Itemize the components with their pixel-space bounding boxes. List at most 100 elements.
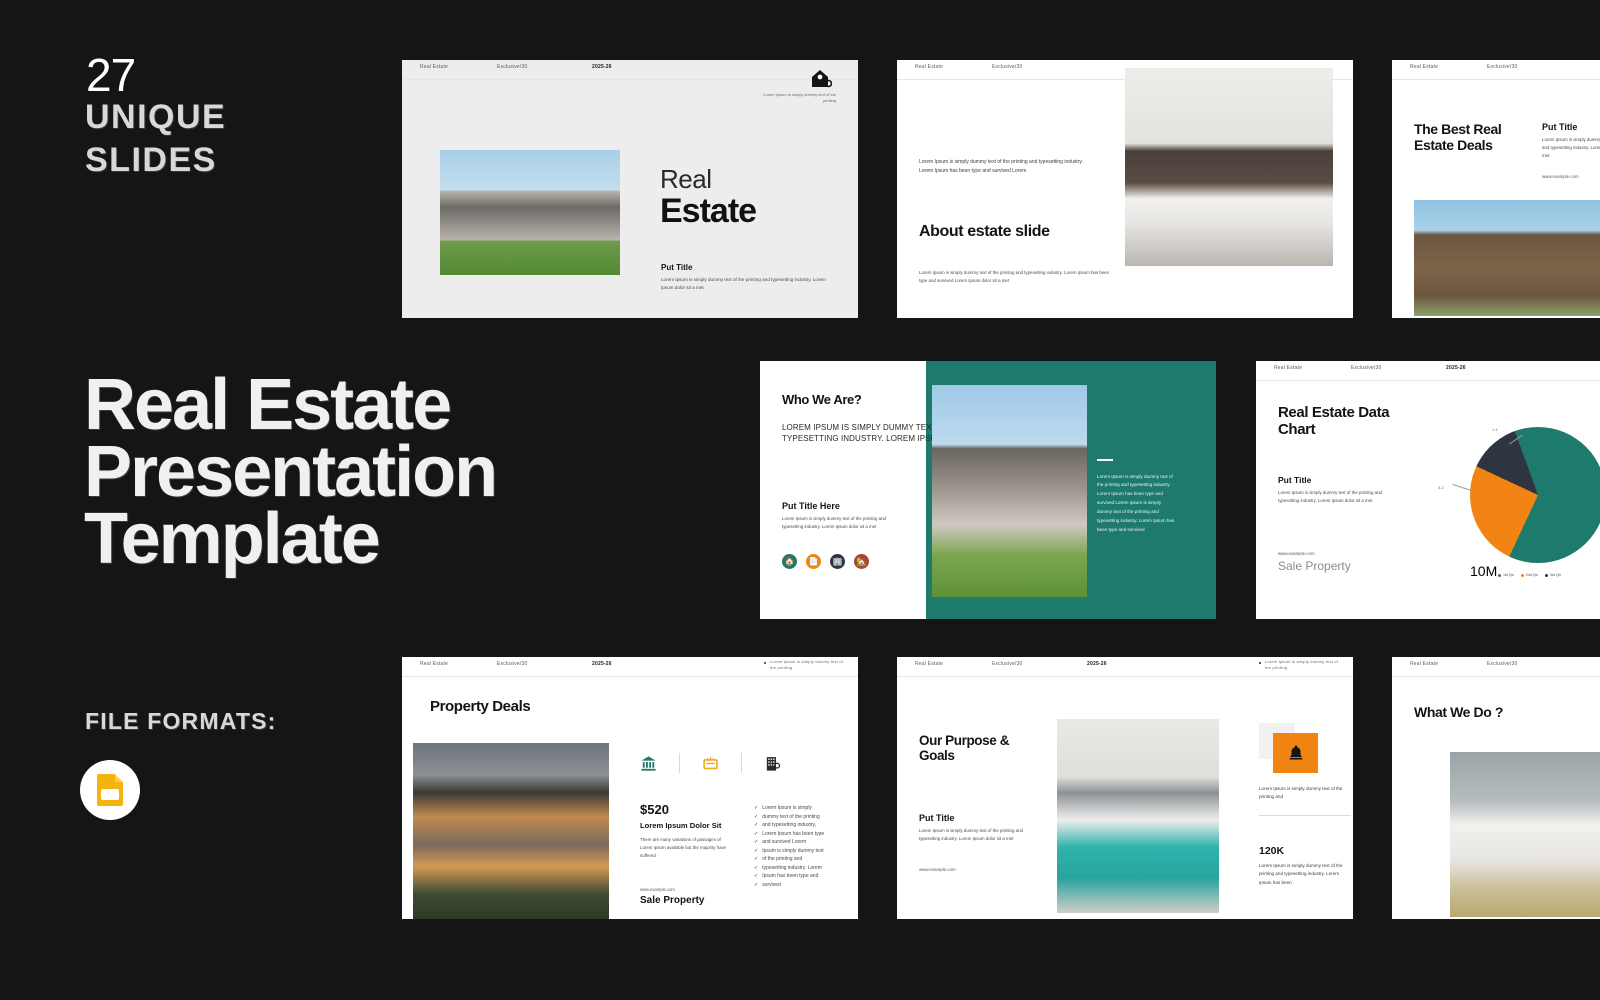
donut-label-orange: 3.2 [1438,485,1444,490]
header-brand: Real Estate [420,661,449,667]
icon-divider [741,753,742,773]
cover-title-bold: Estate [660,192,757,230]
who-title: Who We Are? [782,392,862,407]
unique-line-1: UNIQUE [85,98,227,136]
header-note: Lorem Ipsum is simply dummy text of the … [770,659,844,670]
checklist-item: ✓ typesetting industry. Lorem [754,864,822,871]
slide-header: Real Estate Exclusive/30 [1392,657,1600,677]
bank-icon[interactable] [640,755,657,772]
header-exclusive: Exclusive/30 [497,661,528,667]
slide-purpose-goals[interactable]: Real Estate Exclusive/30 2025-26 Lorem I… [897,657,1353,919]
house-icon[interactable]: 🏡 [854,554,869,569]
google-slides-icon [97,774,123,806]
header-year: 2025-26 [1446,365,1466,371]
house-logo-icon [812,70,832,88]
about-title: About estate slide [919,223,1050,240]
slide-what-we-do[interactable]: Real Estate Exclusive/30 What We Do ? [1392,657,1600,919]
document-icon[interactable]: 📄 [806,554,821,569]
purpose-title: Our Purpose & Goals [919,733,1010,764]
building-search-icon[interactable] [764,755,781,772]
slide-who-we-are[interactable]: Who We Are? LOREM IPSUM IS SIMPLY DUMMY … [760,361,1216,619]
chart-body: Lorem Ipsum is simply dummy text of the … [1278,490,1382,504]
best-deals-photo [1414,200,1600,316]
property-link[interactable]: www.example.com [640,887,675,892]
bell-icon [1289,745,1302,760]
header-exclusive: Exclusive/30 [1487,661,1518,667]
who-photo [932,385,1087,597]
header-bullet-icon [1259,662,1261,664]
legend-swatch-2 [1520,573,1524,577]
google-slides-badge[interactable] [80,760,140,820]
home-icon[interactable]: 🏠 [782,554,797,569]
header-note: Lorem Ipsum is simply dummy text of the … [1265,659,1339,670]
purpose-stat-body: Lorem Ipsum is simply dummy text of the … [1259,863,1343,885]
checklist-item: ✓ Lorem Ipsum has been type [754,830,825,837]
cover-body: Lorem Ipsum is simply dummy text of the … [661,277,826,290]
purpose-right-body: Lorem Ipsum is simply dummy text of the … [1259,786,1343,800]
purpose-stat: 120K [1259,845,1285,857]
who-panel-body: Lorem Ipsum is simply dummy text of the … [1097,473,1175,533]
slide-property-deals[interactable]: Real Estate Exclusive/30 2025-26 Lorem I… [402,657,858,919]
header-year: 2025-26 [592,64,612,70]
header-year: 2025-26 [1087,661,1107,667]
slide-count: 27 [86,49,136,101]
purpose-body: Lorem Ipsum is simply dummy text of the … [919,828,1023,842]
checklist-item: ✓ dummy text of the printing [754,813,820,820]
what-we-do-photo [1450,752,1600,917]
checklist-item: ✓ survived [754,881,781,888]
slide-data-chart[interactable]: Real Estate Exclusive/30 2025-26 Real Es… [1256,361,1600,619]
legend-item: 2nd Qtr [1520,573,1538,577]
best-deals-link[interactable]: www.example.com [1542,174,1600,179]
checklist-text: Ipsum has been type and [762,873,819,879]
purpose-link[interactable]: www.example.com [919,867,956,872]
header-exclusive: Exclusive/30 [992,661,1023,667]
slide-header: Real Estate Exclusive/30 2025-26 Lorem I… [402,657,858,677]
slide-best-deals[interactable]: Real Estate Exclusive/30 The Best Real E… [1392,60,1600,318]
chart-title: Real Estate Data Chart [1278,404,1390,438]
leader-line-orange [1452,483,1472,492]
chart-footer: Sale Property [1278,559,1351,573]
who-body: Lorem Ipsum is simply dummy text of the … [782,516,886,530]
checklist-text: Lorem Ipsum is simply [762,805,812,811]
legend-swatch-3 [1544,573,1548,577]
checklist-text: dummy text of the printing [762,813,820,820]
what-we-do-title: What We Do ? [1414,704,1504,720]
who-subtitle: Put Title Here [782,501,840,511]
best-deals-right-body: Lorem Ipsum is simply dummy text of the … [1542,137,1600,158]
building-icon[interactable]: 🏢 [830,554,845,569]
checklist-text: of the printing and [762,856,803,862]
chart-link[interactable]: www.example.com [1278,551,1315,556]
cover-photo [440,150,620,275]
shopping-cart-icon[interactable] [702,755,719,772]
chart-legend: 1st Qtr 2nd Qtr 3rd Qtr [1498,573,1561,577]
slide-cover[interactable]: Real Estate Exclusive/30 2025-26 Lorem I… [402,60,858,318]
donut-chart: 10M [1470,427,1600,579]
promo-title-line-2: Presentation [84,431,498,512]
promo-title-line-1: Real Estate [84,365,452,445]
purpose-photo [1057,719,1219,913]
slide-about-estate[interactable]: Real Estate Exclusive/30 Lorem Ipsum is … [897,60,1353,318]
property-icon-row [640,753,781,773]
legend-label-3: 3rd Qtr [1549,573,1561,577]
slide-header: Real Estate Exclusive/30 2025-26 Lorem I… [897,657,1353,677]
legend-swatch-1 [1498,573,1501,577]
checklist-text: Ipsum is simply dummy text [762,847,824,854]
purpose-subtitle: Put Title [919,813,955,823]
property-price: $520 [640,802,669,817]
icon-divider [679,753,680,773]
checklist-text: and typesetting industry, [762,822,817,828]
best-deals-right-title: Put Title [1542,122,1578,132]
checklist-item: ✓ and survived Lorem [754,839,807,845]
header-exclusive: Exclusive/30 [992,64,1023,70]
checklist-item: ✓ and typesetting industry, [754,822,817,828]
slide-header: Real Estate Exclusive/30 [1392,60,1600,80]
about-photo [1125,68,1333,266]
bell-badge [1273,733,1318,773]
header-brand: Real Estate [1410,661,1439,667]
checklist-text: typesetting industry. Lorem [762,864,822,871]
header-exclusive: Exclusive/30 [1487,64,1518,70]
about-top-body: Lorem Ipsum is simply dummy text of the … [919,159,1083,175]
property-price-body: There are many variations of passages of… [640,837,727,859]
property-checklist: ✓ Lorem Ipsum is simply ✓ dummy text of th… [754,805,854,890]
header-brand: Real Estate [915,661,944,667]
